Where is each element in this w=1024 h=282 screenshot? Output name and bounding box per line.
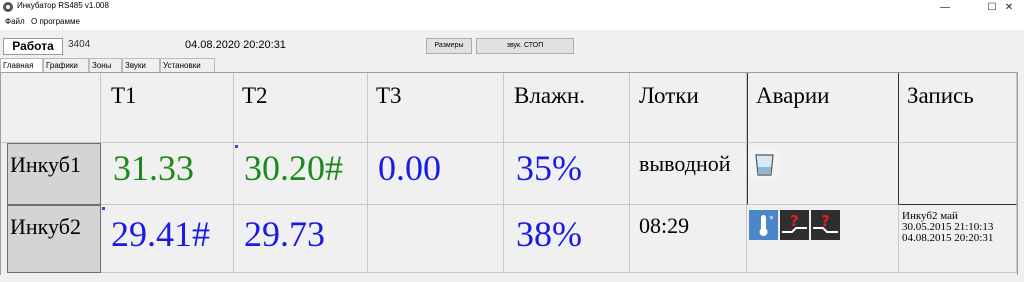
current-datetime: 04.08.2020 20:20:31 xyxy=(185,39,286,51)
t1-value: 29.41# xyxy=(101,205,234,273)
incubator-table: T1 T2 T3 Влажн. Лотки Аварии Запись Инку… xyxy=(0,72,1018,275)
t2-value: 29.73 xyxy=(234,205,368,273)
tab-settings[interactable]: Установки xyxy=(160,58,215,72)
tab-charts[interactable]: Графики xyxy=(43,58,89,72)
corner-cell xyxy=(1,73,101,143)
sound-stop-button[interactable]: звук. СТОП xyxy=(476,38,574,54)
temperature-low-icon: * xyxy=(749,210,778,240)
t1-value: 31.33 xyxy=(101,143,234,205)
title-bar: Инкубатор RS485 v1.008 — ☐ ✕ xyxy=(0,0,1024,15)
tab-main[interactable]: Главная xyxy=(0,58,43,73)
header-humidity: Влажн. xyxy=(504,73,630,143)
menu-bar: Файл О программе xyxy=(0,15,1024,30)
header-t1: T1 xyxy=(101,73,234,143)
record-end: 04.08.2015 20:20:31 xyxy=(902,232,994,244)
tray-unknown-icon: ? xyxy=(811,210,840,240)
record-cell: Инкуб2 май 30.05.2015 21:10:13 04.08.201… xyxy=(899,205,1017,273)
mode-label: Работа xyxy=(3,38,63,55)
status-dot xyxy=(102,207,105,210)
row-label-incubator-2[interactable]: Инкуб2 xyxy=(7,205,101,273)
t3-value xyxy=(368,205,504,273)
record-cell xyxy=(899,143,1017,205)
tray-unknown-icon: ? xyxy=(780,210,809,240)
app-icon xyxy=(3,2,13,12)
header-record: Запись xyxy=(899,73,1017,143)
humidity-value: 35% xyxy=(504,143,630,205)
tab-zones[interactable]: Зоны xyxy=(89,58,122,72)
window-title: Инкубатор RS485 v1.008 xyxy=(17,1,109,10)
header-t3: T3 xyxy=(368,73,504,143)
trays-value: выводной xyxy=(630,143,747,205)
trays-value: 08:29 xyxy=(630,205,747,273)
t2-value: 30.20# xyxy=(234,143,368,205)
humidity-value: 38% xyxy=(504,205,630,273)
status-dot xyxy=(235,145,238,148)
counter-value: 3404 xyxy=(68,39,91,50)
t3-value: 0.00 xyxy=(368,143,504,205)
menu-about[interactable]: О программе xyxy=(31,17,80,26)
alarms-cell: * ? ? xyxy=(747,205,899,273)
row-label-incubator-1[interactable]: Инкуб1 xyxy=(7,143,101,205)
header-alarms: Аварии xyxy=(747,73,899,143)
close-button[interactable]: ✕ xyxy=(994,0,1024,15)
header-t2: T2 xyxy=(234,73,368,143)
tab-sounds[interactable]: Звуки xyxy=(122,58,160,72)
svg-text:*: * xyxy=(769,215,774,225)
sizes-button[interactable]: Размеры xyxy=(426,38,472,54)
menu-file[interactable]: Файл xyxy=(5,17,25,26)
alarms-cell xyxy=(747,143,899,205)
minimize-button[interactable]: — xyxy=(930,0,960,15)
water-glass-icon xyxy=(750,149,779,179)
header-trays: Лотки xyxy=(630,73,747,143)
